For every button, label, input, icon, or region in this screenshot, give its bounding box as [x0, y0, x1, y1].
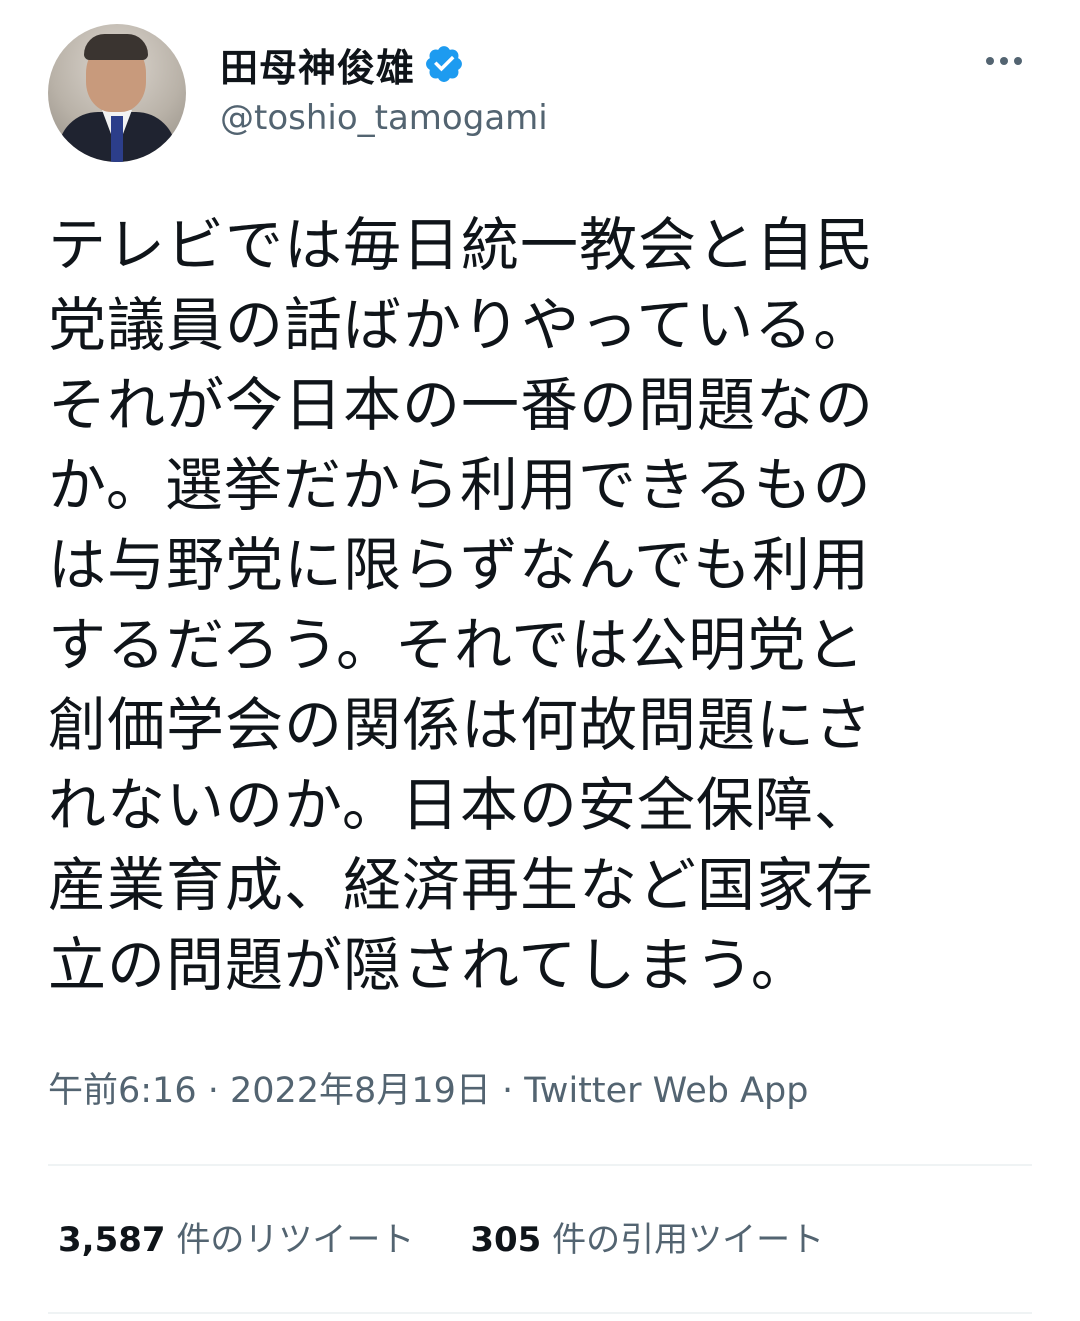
- tweet-line: するだろう。それでは公明党と: [48, 611, 866, 679]
- quotes-count: 305: [470, 1220, 542, 1260]
- divider: [48, 1164, 1032, 1166]
- avatar[interactable]: [48, 24, 186, 162]
- retweets-stat[interactable]: 3,587 件のリツイート: [58, 1212, 414, 1261]
- tweet-line: 立の問題が隠されてしまう。: [48, 931, 810, 999]
- retweets-count: 3,587: [58, 1220, 166, 1260]
- tweet-line: それが今日本の一番の問題なの: [48, 371, 875, 439]
- user-handle[interactable]: @toshio_tamogami: [220, 98, 548, 138]
- quotes-stat[interactable]: 305 件の引用ツイート: [470, 1212, 824, 1261]
- tweet-line: は与野党に限らずなんでも利用: [48, 531, 870, 599]
- tweet-line: 党議員の話ばかりやっている。: [48, 291, 873, 359]
- divider: [48, 1312, 1032, 1314]
- tweet-line: れないのか。日本の安全保障、: [48, 771, 873, 839]
- tweet-header: 田母神俊雄 @toshio_tamogami: [48, 24, 1038, 164]
- verified-badge-icon: [426, 46, 462, 82]
- tweet-line: 産業育成、経済再生など国家存: [48, 851, 875, 919]
- tweet-stats: 3,587 件のリツイート 305 件の引用ツイート: [58, 1212, 880, 1261]
- display-name[interactable]: 田母神俊雄: [220, 37, 415, 92]
- tweet-text: テレビでは毎日統一教会と自民 党議員の話ばかりやっている。 それが今日本の一番の…: [48, 205, 1008, 1005]
- more-horizontal-icon[interactable]: [982, 46, 1026, 76]
- name-row: 田母神俊雄: [220, 38, 465, 90]
- tweet-line: 創価学会の関係は何故問題にさ: [48, 691, 873, 759]
- retweets-label: 件のリツイート: [176, 1220, 415, 1260]
- tweet-timestamp[interactable]: 午前6:16 · 2022年8月19日 · Twitter Web App: [48, 1062, 808, 1113]
- tweet-line: テレビでは毎日統一教会と自民: [48, 211, 875, 279]
- tweet-line: か。選挙だから利用できるもの: [48, 451, 872, 519]
- quotes-label: 件の引用ツイート: [552, 1220, 825, 1260]
